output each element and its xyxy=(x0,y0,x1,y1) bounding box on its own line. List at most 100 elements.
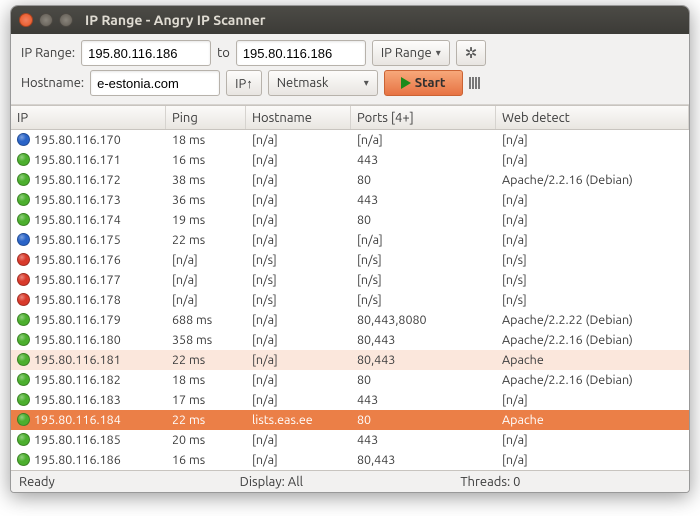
status-dot-icon xyxy=(17,413,30,426)
status-dot-icon xyxy=(17,313,30,326)
cell-ip: 195.80.116.172 xyxy=(34,173,121,187)
cell-web: Apache/2.2.16 (Debian) xyxy=(496,373,689,387)
table-row[interactable]: 195.80.116.180358 ms[n/a]80,443Apache/2.… xyxy=(11,330,689,350)
table-row[interactable]: 195.80.116.18616 ms[n/a]80,443[n/a] xyxy=(11,450,689,470)
table-row[interactable]: 195.80.116.17238 ms[n/a]80Apache/2.2.16 … xyxy=(11,170,689,190)
status-dot-icon xyxy=(17,273,30,286)
status-ready: Ready xyxy=(19,475,240,489)
window-title: IP Range - Angry IP Scanner xyxy=(85,12,266,28)
col-ping[interactable]: Ping xyxy=(166,106,246,129)
table-row[interactable]: 195.80.116.18317 ms[n/a]443[n/a] xyxy=(11,390,689,410)
col-web[interactable]: Web detect xyxy=(496,106,689,129)
cell-ping: 688 ms xyxy=(166,313,246,327)
cell-ip-wrap: 195.80.116.170 xyxy=(11,133,166,147)
columns-icon[interactable] xyxy=(469,77,480,89)
status-dot-icon xyxy=(17,373,30,386)
ip-up-button[interactable]: IP↑ xyxy=(226,70,262,96)
cell-hostname: [n/a] xyxy=(246,133,351,147)
ip-up-label: IP↑ xyxy=(235,76,253,91)
cell-ping: 18 ms xyxy=(166,373,246,387)
status-display: Display: All xyxy=(240,475,461,489)
cell-ip: 195.80.116.174 xyxy=(34,213,121,227)
cell-ping: 18 ms xyxy=(166,133,246,147)
status-dot-icon xyxy=(17,233,30,246)
table-row[interactable]: 195.80.116.17018 ms[n/a][n/a][n/a] xyxy=(11,130,689,150)
status-dot-icon xyxy=(17,173,30,186)
cell-ip: 195.80.116.182 xyxy=(34,373,121,387)
cell-web: Apache xyxy=(496,413,689,427)
cell-hostname: [n/s] xyxy=(246,293,351,307)
cell-ip: 195.80.116.173 xyxy=(34,193,121,207)
table-row[interactable]: 195.80.116.17522 ms[n/a][n/a][n/a] xyxy=(11,230,689,250)
table-row[interactable]: 195.80.116.18422 mslists.eas.ee80Apache xyxy=(11,410,689,430)
cell-web: Apache/2.2.16 (Debian) xyxy=(496,173,689,187)
cell-ports: 80,443,8080 xyxy=(351,313,496,327)
ip-to-input[interactable] xyxy=(236,40,366,66)
close-icon[interactable] xyxy=(19,13,33,27)
status-dot-icon xyxy=(17,353,30,366)
to-label: to xyxy=(217,46,230,60)
cell-ip: 195.80.116.178 xyxy=(34,293,121,307)
cell-hostname: [n/a] xyxy=(246,353,351,367)
table-row[interactable]: 195.80.116.178[n/a][n/s][n/s][n/s] xyxy=(11,290,689,310)
col-ports[interactable]: Ports [4+] xyxy=(351,106,496,129)
hostname-input[interactable] xyxy=(90,70,220,96)
range-type-select[interactable]: IP Range xyxy=(372,40,450,66)
cell-ports: 443 xyxy=(351,433,496,447)
cell-ports: [n/a] xyxy=(351,233,496,247)
cell-hostname: [n/a] xyxy=(246,333,351,347)
table-row[interactable]: 195.80.116.179688 ms[n/a]80,443,8080Apac… xyxy=(11,310,689,330)
cell-ports: 80 xyxy=(351,173,496,187)
table-row[interactable]: 195.80.116.17116 ms[n/a]443[n/a] xyxy=(11,150,689,170)
titlebar[interactable]: IP Range - Angry IP Scanner xyxy=(11,6,689,34)
maximize-icon[interactable] xyxy=(59,13,73,27)
netmask-select[interactable]: Netmask xyxy=(268,70,378,96)
cell-ip-wrap: 195.80.116.185 xyxy=(11,433,166,447)
cell-hostname: [n/a] xyxy=(246,433,351,447)
cell-ip-wrap: 195.80.116.178 xyxy=(11,293,166,307)
cell-ip-wrap: 195.80.116.172 xyxy=(11,173,166,187)
status-dot-icon xyxy=(17,213,30,226)
cell-hostname: [n/a] xyxy=(246,233,351,247)
table-row[interactable]: 195.80.116.177[n/a][n/s][n/s][n/s] xyxy=(11,270,689,290)
status-dot-icon xyxy=(17,133,30,146)
col-hostname[interactable]: Hostname xyxy=(246,106,351,129)
minimize-icon[interactable] xyxy=(39,13,53,27)
start-button[interactable]: Start xyxy=(384,70,463,96)
cell-ping: [n/a] xyxy=(166,253,246,267)
table-row[interactable]: 195.80.116.17336 ms[n/a]443[n/a] xyxy=(11,190,689,210)
table-row[interactable]: 195.80.116.182 18 ms[n/a]80Apache/2.2.16 … xyxy=(11,370,689,390)
netmask-label: Netmask xyxy=(277,76,329,90)
cell-web: Apache/2.2.22 (Debian) xyxy=(496,313,689,327)
cell-web: [n/s] xyxy=(496,293,689,307)
statusbar: Ready Display: All Threads: 0 xyxy=(11,470,689,492)
cell-hostname: [n/a] xyxy=(246,173,351,187)
cell-ports: 80 xyxy=(351,373,496,387)
col-ip[interactable]: IP xyxy=(11,106,166,129)
cell-ports: 80,443 xyxy=(351,333,496,347)
table-row[interactable]: 195.80.116.17419 ms[n/a]80[n/a] xyxy=(11,210,689,230)
status-dot-icon xyxy=(17,393,30,406)
cell-web: [n/a] xyxy=(496,233,689,247)
cell-ports: [n/s] xyxy=(351,293,496,307)
cell-web: [n/s] xyxy=(496,273,689,287)
cell-ports: 443 xyxy=(351,153,496,167)
cell-ip: 195.80.116.184 xyxy=(34,413,121,427)
cell-ip-wrap: 195.80.116.182 xyxy=(11,373,166,387)
start-label: Start xyxy=(415,76,446,90)
cell-hostname: [n/a] xyxy=(246,153,351,167)
cell-ping: 36 ms xyxy=(166,193,246,207)
table-row[interactable]: 195.80.116.18122 ms[n/a]80,443Apache xyxy=(11,350,689,370)
cell-hostname: [n/a] xyxy=(246,373,351,387)
hostname-label: Hostname: xyxy=(21,76,84,90)
cell-ports: [n/a] xyxy=(351,133,496,147)
cell-ports: 80 xyxy=(351,413,496,427)
table-row[interactable]: 195.80.116.176[n/a][n/s][n/s][n/s] xyxy=(11,250,689,270)
cell-ip-wrap: 195.80.116.179 xyxy=(11,313,166,327)
ip-from-input[interactable] xyxy=(81,40,211,66)
gear-icon[interactable]: ✲ xyxy=(456,40,487,66)
table-row[interactable]: 195.80.116.18520 ms[n/a]443[n/a] xyxy=(11,430,689,450)
cell-ip: 195.80.116.171 xyxy=(34,153,121,167)
cell-ip-wrap: 195.80.116.177 xyxy=(11,273,166,287)
cell-ip-wrap: 195.80.116.184 xyxy=(11,413,166,427)
